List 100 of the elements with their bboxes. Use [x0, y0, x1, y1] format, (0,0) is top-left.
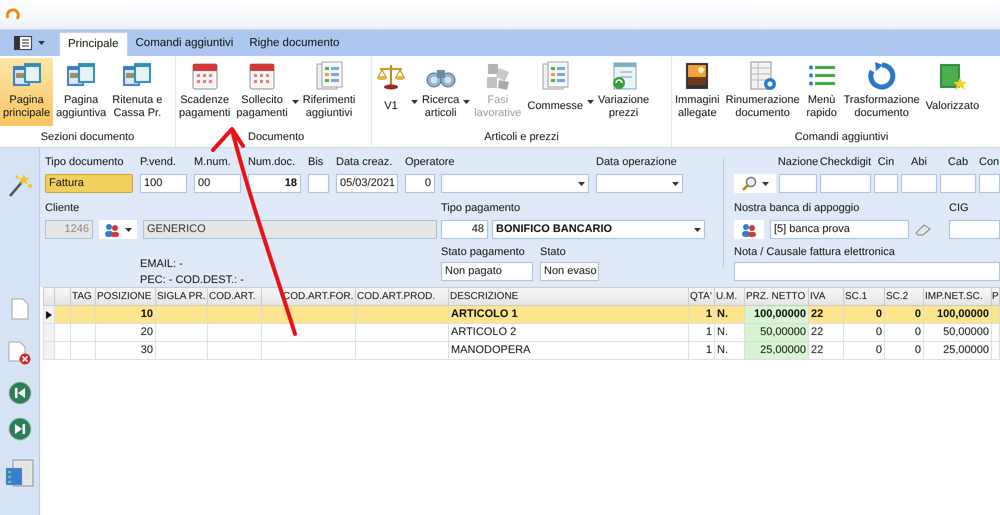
field-label: Stato: [540, 245, 567, 260]
dropdown-caret-icon: [694, 228, 701, 232]
customer-picker-button[interactable]: [99, 220, 137, 239]
table-cell: 0: [844, 342, 884, 360]
search-icon: [741, 176, 757, 192]
table-row[interactable]: 10 ARTICOLO 1 1 N. 100,00000 22 0 0 100,00000: [44, 306, 1000, 324]
text-field[interactable]: [820, 174, 871, 193]
caret-icon[interactable]: [587, 100, 594, 104]
caret-icon[interactable]: [463, 100, 470, 104]
ribbon-button[interactable]: Ricerca articoli: [419, 58, 462, 126]
ribbon-button[interactable]: V1: [372, 58, 410, 126]
field-label: Data operazione: [596, 155, 678, 170]
field-label: Data creaz.: [336, 155, 394, 170]
field-label: P.vend.: [140, 155, 177, 170]
text-field[interactable]: 00: [194, 174, 241, 193]
text-field[interactable]: [779, 174, 817, 193]
field-label: Tipo pagamento: [441, 201, 522, 216]
table-cell: 25,00000: [744, 342, 808, 360]
panel-icon[interactable]: [14, 36, 32, 50]
table-row[interactable]: 30 MANODOPERA 1 N. 25,00000 22 0 0 25,00000: [44, 342, 1000, 360]
column-header[interactable]: DESCRIZIONE: [448, 288, 688, 306]
ribbon-button[interactable]: Pagina principale: [0, 58, 54, 126]
ribbon-button[interactable]: Sollecito pagamenti: [233, 58, 291, 126]
dropdown-caret-icon: [762, 182, 769, 186]
field-label: Bis: [308, 155, 324, 170]
field-label: Stato pagamento: [441, 245, 526, 260]
text-field[interactable]: Non pagato: [441, 262, 533, 281]
table-cell: 30: [96, 342, 156, 360]
ribbon-button[interactable]: Variazione prezzi: [595, 58, 652, 126]
ribbon-button[interactable]: Valorizzato: [922, 58, 982, 126]
dropdown-caret-icon: [672, 182, 679, 186]
dropdown-field[interactable]: BONIFICO BANCARIO: [492, 220, 705, 239]
field-label: Nazione: [778, 155, 818, 170]
ribbon-tab[interactable]: Comandi aggiuntivi: [128, 32, 242, 56]
text-field[interactable]: [940, 174, 976, 193]
field-label: Operatore: [405, 155, 456, 170]
document-icon[interactable]: [10, 298, 28, 320]
field-label: Cin: [878, 155, 894, 170]
text-field[interactable]: [308, 174, 329, 193]
field-label: M.num.: [194, 155, 232, 170]
ribbon-tab[interactable]: Principale: [59, 32, 128, 56]
group-label: Comandi aggiuntivi: [794, 130, 890, 145]
group-label: Sezioni documento: [40, 130, 136, 145]
ribbon-button[interactable]: Menù rapido: [802, 58, 841, 126]
field-label: Tipo documento: [45, 155, 124, 170]
caret-icon[interactable]: [411, 100, 418, 104]
column-header[interactable]: P: [992, 288, 1000, 306]
field-label: Con: [979, 155, 1000, 170]
refresh-icon: [866, 60, 898, 92]
ribbon-button[interactable]: Pagina aggiuntiva: [53, 58, 110, 126]
ribbon-button[interactable]: Commesse: [524, 58, 586, 126]
grid-icon[interactable]: [4, 459, 34, 487]
table-cell: 100,00000: [744, 306, 808, 324]
ribbon-button[interactable]: Ritenuta e Cassa Pr.: [109, 58, 166, 126]
last-record-icon[interactable]: [8, 417, 32, 441]
contact-info-text: PEC: - COD.DEST.: -: [140, 273, 244, 288]
field-label: CIG: [949, 201, 970, 216]
ribbon-button[interactable]: Scadenze pagamenti: [176, 58, 234, 126]
table-cell: 25,00000: [924, 342, 992, 360]
group-label: Articoli e prezzi: [483, 130, 560, 145]
people-icon: [104, 222, 120, 236]
field-label: Nota / Causale fattura elettronica: [734, 245, 896, 260]
text-field[interactable]: 100: [140, 174, 187, 193]
ribbon-button[interactable]: Trasformazione documento: [840, 58, 923, 126]
bank-field[interactable]: [5] banca prova: [770, 220, 909, 239]
dropdown-field[interactable]: [441, 174, 589, 193]
number-field[interactable]: 0: [405, 174, 435, 193]
text-field[interactable]: [979, 174, 1000, 193]
caret-icon[interactable]: [292, 100, 299, 104]
table-row[interactable]: 20 ARTICOLO 2 1 N. 50,00000 22 0 0 50,00000: [44, 324, 1000, 342]
document-type-field[interactable]: Fattura: [45, 174, 133, 193]
dropdown-caret-icon: [125, 228, 132, 232]
search-button[interactable]: [734, 174, 776, 193]
text-field[interactable]: 05/03/2021: [336, 174, 398, 193]
text-field[interactable]: Non evaso: [540, 262, 599, 281]
text-field[interactable]: [734, 262, 1000, 281]
table-cell: 22: [808, 342, 844, 360]
number-field[interactable]: 18: [248, 174, 301, 193]
number-field[interactable]: 48: [441, 220, 488, 239]
dropdown-field[interactable]: [596, 174, 683, 193]
first-record-icon[interactable]: [8, 381, 32, 405]
delete-document-icon[interactable]: [8, 341, 32, 365]
field-label: Num.doc.: [248, 155, 296, 170]
field-label: Abi: [911, 155, 927, 170]
magic-wand-icon[interactable]: [6, 172, 32, 198]
field-label: Cliente: [45, 201, 80, 216]
column-header[interactable]: COD.ART.PROD.: [356, 288, 448, 306]
app-logo-icon: [6, 8, 20, 22]
ribbon-button[interactable]: Immagini allegate: [672, 58, 723, 126]
text-field[interactable]: [874, 174, 898, 193]
ribbon-tab[interactable]: Righe documento: [241, 32, 348, 56]
text-field[interactable]: [901, 174, 937, 193]
ribbon-button[interactable]: Riferimenti aggiuntivi: [300, 58, 358, 126]
caret-icon[interactable]: [38, 41, 45, 45]
ribbon-button[interactable]: Rinumerazione documento: [722, 58, 803, 126]
text-field[interactable]: [949, 220, 1000, 239]
table-cell: 0: [884, 342, 924, 360]
group-label: Documento: [247, 130, 306, 145]
eraser-icon[interactable]: [915, 224, 931, 236]
bank-picker-button[interactable]: [734, 220, 764, 239]
